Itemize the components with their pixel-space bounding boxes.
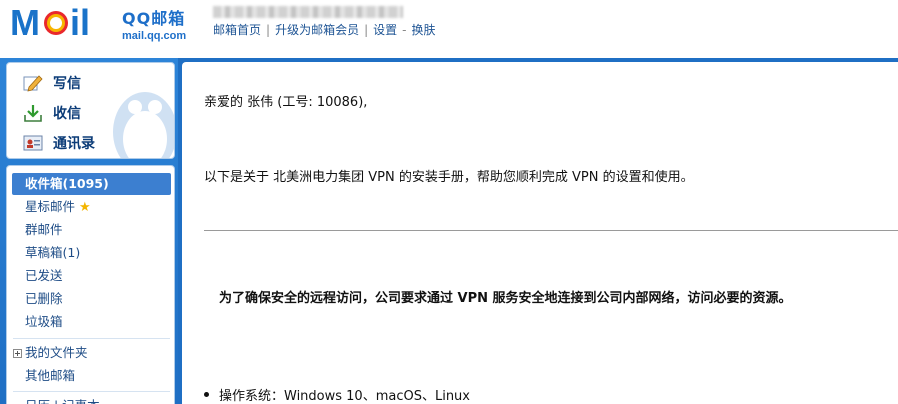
main-panel: 亲爱的 张伟 (工号: 10086), 以下是关于 北美洲电力集团 VPN 的安…: [178, 58, 898, 404]
requirement-text: 操作系统：Windows 10、macOS、Linux: [219, 389, 470, 404]
folder-list: 收件箱(1095) 星标邮件 ★ 群邮件 草稿箱(1) 已发送 已删除 垃圾箱 我…: [6, 165, 175, 404]
link-mail-home[interactable]: 邮箱首页: [213, 23, 261, 37]
my-folders-toggle[interactable]: 我的文件夹: [7, 342, 174, 364]
link-settings[interactable]: 设置: [373, 23, 397, 37]
email-purpose-heading: 为了确保安全的远程访问，公司要求通过 VPN 服务安全地连接到公司内部网络，访问…: [219, 291, 792, 306]
qq-mail-logo[interactable]: M il: [10, 2, 122, 42]
email-intro: 以下是关于 北美洲电力集团 VPN 的安装手册，帮助您顺利完成 VPN 的设置和…: [204, 170, 694, 185]
other-mailbox[interactable]: 其他邮箱: [7, 365, 174, 387]
separator: |: [364, 23, 369, 37]
qq-penguin-watermark-icon: [113, 92, 174, 158]
my-folders-label: 我的文件夹: [25, 345, 88, 360]
folder-spam[interactable]: 垃圾箱: [7, 311, 174, 333]
folder-inbox[interactable]: 收件箱(1095): [12, 173, 171, 195]
top-header: M il QQ邮箱 mail.qq.com 邮箱首页 | 升级为邮箱会员 | 设置 - 换肤: [0, 0, 898, 58]
brand-domain: mail.qq.com: [122, 30, 187, 42]
brand-text: QQ邮箱 mail.qq.com: [122, 5, 186, 42]
horizontal-rule: [204, 230, 898, 231]
requirement-list-item: 操作系统：Windows 10、macOS、Linux: [204, 385, 470, 404]
expand-plus-icon[interactable]: [13, 349, 22, 358]
top-nav-links: 邮箱首页 | 升级为邮箱会员 | 设置 - 换肤: [213, 21, 436, 38]
link-change-skin[interactable]: 换肤: [411, 23, 435, 37]
separator: |: [266, 23, 271, 37]
receive-label: 收信: [53, 106, 81, 122]
calendar-notes-link[interactable]: 日历 | 记事本: [7, 395, 174, 404]
folder-starred[interactable]: 星标邮件 ★: [7, 196, 174, 218]
star-icon: ★: [79, 200, 91, 215]
folder-sent[interactable]: 已发送: [7, 265, 174, 287]
account-name-redacted: [213, 6, 403, 18]
folder-deleted[interactable]: 已删除: [7, 288, 174, 310]
compose-label: 写信: [53, 76, 81, 92]
contacts-card-icon: [23, 134, 43, 152]
folder-drafts[interactable]: 草稿箱(1): [7, 242, 174, 264]
email-greeting: 亲爱的 张伟 (工号: 10086),: [204, 95, 368, 110]
folder-starred-label: 星标邮件: [25, 199, 76, 214]
email-body: 亲爱的 张伟 (工号: 10086), 以下是关于 北美洲电力集团 VPN 的安…: [182, 62, 898, 404]
folder-group-mail[interactable]: 群邮件: [7, 219, 174, 241]
receive-mail-button[interactable]: 收信: [23, 101, 81, 125]
folder-divider: [13, 391, 170, 392]
bullet-icon: [204, 392, 209, 397]
left-sidebar: 写信 收信 通讯录 收件箱(1095) 星标邮件 ★ 群邮件 草稿箱(1) 已发送…: [0, 58, 178, 404]
link-upgrade-vip[interactable]: 升级为邮箱会员: [275, 23, 359, 37]
svg-text:M: M: [10, 2, 40, 42]
separator: -: [402, 23, 407, 37]
folder-divider: [13, 338, 170, 339]
quick-actions-panel: 写信 收信 通讯录: [6, 62, 175, 159]
compose-button[interactable]: 写信: [23, 71, 81, 95]
svg-text:il: il: [70, 2, 90, 42]
contacts-label: 通讯录: [53, 136, 95, 152]
compose-pencil-icon: [23, 74, 43, 92]
inbox-download-icon: [23, 104, 43, 122]
brand-name: QQ邮箱: [122, 9, 186, 28]
contacts-button[interactable]: 通讯录: [23, 131, 95, 155]
